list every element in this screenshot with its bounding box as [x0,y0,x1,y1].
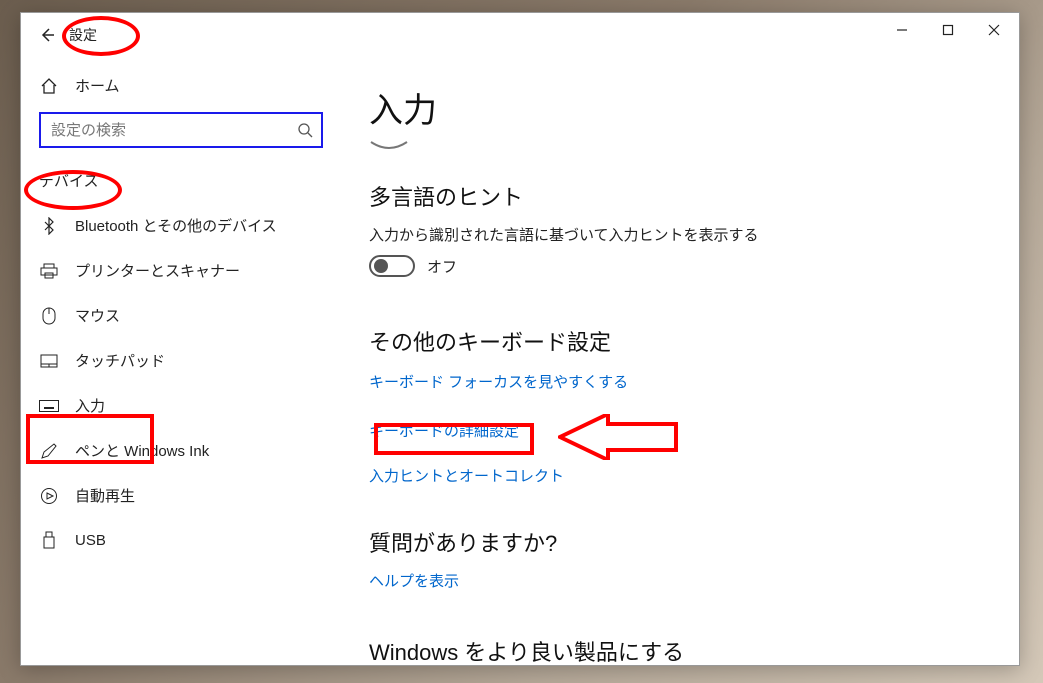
multilang-toggle-label: オフ [427,256,457,277]
sidebar-item-label: Bluetooth とその他のデバイス [75,215,277,236]
sidebar-item-usb[interactable]: USB [21,518,339,562]
search-icon [297,122,313,138]
sidebar-category: デバイス [21,162,339,203]
maximize-button[interactable] [925,15,971,45]
toggle-knob [374,259,388,273]
close-icon [988,24,1000,36]
minimize-button[interactable] [879,15,925,45]
back-button[interactable] [29,17,65,53]
minimize-icon [896,24,908,36]
link-help[interactable]: ヘルプを表示 [369,570,989,591]
maximize-icon [942,24,954,36]
search-input[interactable] [51,122,297,139]
sidebar-item-label: タッチパッド [75,350,165,371]
mouse-icon [39,306,59,326]
sidebar-item-printers[interactable]: プリンターとスキャナー [21,248,339,293]
close-button[interactable] [971,15,1017,45]
sidebar-item-label: マウス [75,305,120,326]
window-title: 設定 [65,25,97,45]
sidebar-item-touchpad[interactable]: タッチパッド [21,338,339,383]
link-focus[interactable]: キーボード フォーカスを見やすくする [369,371,989,392]
autoplay-icon [39,486,59,506]
window-controls [879,15,1017,45]
arrow-left-icon [38,26,56,44]
pen-icon [39,441,59,461]
sidebar-item-bluetooth[interactable]: Bluetooth とその他のデバイス [21,203,339,248]
content-area: 入力 多言語のヒント 入力から識別された言語に基づいて入力ヒントを表示する オフ… [339,57,1019,665]
keyboard-icon [39,396,59,416]
usb-icon [39,530,59,550]
titlebar: 設定 [21,13,1019,57]
printer-icon [39,261,59,281]
sidebar-item-label: USB [75,532,106,549]
sidebar-item-pen[interactable]: ペンと Windows Ink [21,428,339,473]
section-multilang-title: 多言語のヒント [369,180,989,212]
bluetooth-icon [39,216,59,236]
sidebar-item-label: 入力 [75,395,105,416]
search-box[interactable] [39,112,323,148]
page-title: 入力 [369,83,989,132]
link-advanced-keyboard[interactable]: キーボードの詳細設定 [369,420,989,441]
sidebar-home[interactable]: ホーム [21,63,339,108]
multilang-toggle[interactable] [369,255,415,277]
sidebar-item-label: ペンと Windows Ink [75,440,209,461]
sidebar: ホーム デバイス Bluetooth とその他のデバイス プリンター [21,57,339,665]
section-help-title: 質問がありますか? [369,526,989,558]
home-icon [39,76,59,96]
sidebar-item-label: 自動再生 [75,485,135,506]
section-feedback-title: Windows をより良い製品にする [369,635,989,665]
sidebar-item-typing[interactable]: 入力 [21,383,339,428]
sidebar-item-autoplay[interactable]: 自動再生 [21,473,339,518]
settings-window: 設定 ホーム [20,12,1020,666]
section-multilang-desc: 入力から識別された言語に基づいて入力ヒントを表示する [369,224,989,245]
section-other-title: その他のキーボード設定 [369,325,989,357]
title-underline [369,140,409,154]
sidebar-home-label: ホーム [75,75,120,96]
touchpad-icon [39,351,59,371]
sidebar-item-label: プリンターとスキャナー [75,260,240,281]
link-autocorrect[interactable]: 入力ヒントとオートコレクト [369,465,989,486]
sidebar-item-mouse[interactable]: マウス [21,293,339,338]
